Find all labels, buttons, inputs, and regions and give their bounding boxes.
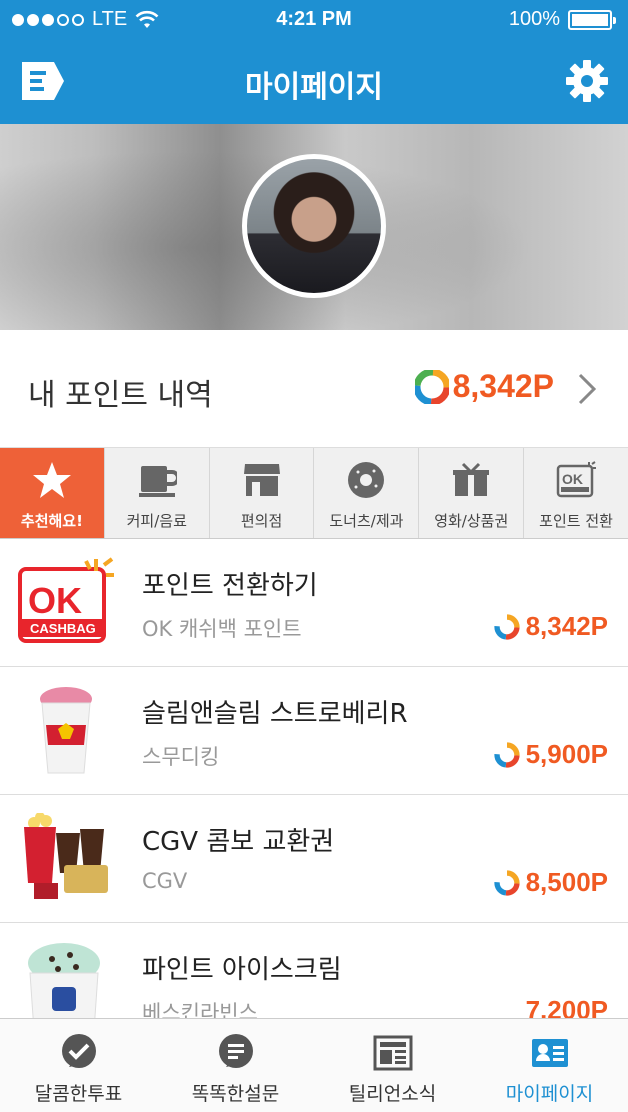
tab-label: 틸리언소식: [348, 1083, 437, 1105]
price-value: 5,900P: [525, 739, 608, 769]
tab-label: 달콤한투표: [34, 1083, 123, 1105]
category-label: 커피/음료: [126, 512, 187, 530]
item-price: 5,900P: [493, 739, 608, 770]
star-icon: [32, 462, 71, 498]
category-donut[interactable]: 도너츠/제과: [314, 448, 420, 538]
item-price: 8,500P: [493, 867, 608, 898]
category-label: 도너츠/제과: [329, 512, 404, 530]
points-value: 8,342P: [452, 368, 554, 404]
ok-cashbag-logo: OK CASHBAG: [18, 557, 114, 643]
newspaper-icon: [373, 1035, 412, 1071]
popcorn-combo-image: [24, 813, 108, 899]
nav-bar: 마이페이지: [0, 40, 628, 124]
item-brand: 스무디킹: [142, 745, 220, 769]
price-value: 8,500P: [525, 867, 608, 897]
points-summary[interactable]: 내 포인트 내역 8,342P: [0, 330, 628, 448]
item-brand: OK 캐쉬백 포인트: [142, 617, 302, 641]
status-bar: LTE 4:21 PM 100%: [0, 0, 628, 40]
page-title: 마이페이지: [245, 70, 383, 105]
item-title: CGV 콤보 교환권: [142, 827, 335, 857]
smoothie-cup-image: [40, 687, 92, 774]
points-value-group: 8,342P: [414, 368, 554, 405]
gift-icon: [453, 462, 490, 496]
profile-header: [0, 124, 628, 330]
tab-label: 똑똑한설문: [191, 1083, 280, 1105]
chevron-right-icon[interactable]: [574, 372, 602, 406]
category-bar: 추천해요! 커피/음료 편의점 도너츠/제과 영화/상품권 OK 포인트 전환: [0, 448, 628, 539]
point-coin-icon: [493, 613, 520, 640]
store-icon: [243, 464, 280, 496]
point-coin-icon: [493, 741, 520, 768]
category-point-convert[interactable]: OK 포인트 전환: [524, 448, 628, 538]
item-title: 파인트 아이스크림: [142, 955, 342, 985]
battery-icon: [568, 9, 616, 30]
tab-vote[interactable]: 달콤한투표: [0, 1019, 157, 1112]
svg-text:OK: OK: [562, 471, 583, 487]
check-circle-icon: [61, 1034, 96, 1068]
reward-list: OK CASHBAG 포인트 전환하기 OK 캐쉬백 포인트 8,342P 슬림…: [0, 539, 628, 1051]
category-recommended[interactable]: 추천해요!: [0, 448, 105, 538]
tab-label: 마이페이지: [505, 1083, 594, 1105]
tab-bar: 달콤한투표 똑똑한설문 틸리언소식 마이페이지: [0, 1018, 628, 1112]
tab-survey[interactable]: 똑똑한설문: [157, 1019, 314, 1112]
item-title: 슬림앤슬림 스트로베리R: [142, 699, 408, 729]
category-label: 포인트 전환: [539, 512, 613, 530]
item-brand: CGV: [142, 869, 188, 893]
points-label: 내 포인트 내역: [28, 378, 213, 413]
category-label: 영화/상품권: [434, 512, 509, 530]
list-item[interactable]: 슬림앤슬림 스트로베리R 스무디킹 5,900P: [0, 667, 628, 795]
battery-percent: 100%: [508, 8, 560, 30]
category-coffee[interactable]: 커피/음료: [105, 448, 210, 538]
profile-card-icon: [531, 1039, 568, 1067]
battery-area: 100%: [508, 8, 616, 31]
avatar[interactable]: [242, 154, 386, 298]
point-coin-icon: [414, 369, 449, 404]
gear-icon[interactable]: [566, 60, 608, 102]
coffee-cup-icon: [138, 466, 177, 497]
ok-cashbag-icon: OK: [556, 461, 597, 498]
point-coin-icon: [493, 869, 520, 896]
item-price: 8,342P: [493, 611, 608, 642]
logo-cashbag-text: CASHBAG: [30, 621, 96, 636]
category-label: 추천해요!: [20, 512, 83, 530]
list-circle-icon: [218, 1034, 253, 1068]
category-convenience[interactable]: 편의점: [210, 448, 315, 538]
list-item[interactable]: OK CASHBAG 포인트 전환하기 OK 캐쉬백 포인트 8,342P: [0, 539, 628, 667]
tab-mypage[interactable]: 마이페이지: [471, 1019, 628, 1112]
item-title: 포인트 전환하기: [142, 571, 318, 601]
donut-icon: [348, 462, 385, 498]
category-label: 편의점: [240, 512, 283, 530]
logo-ok-text: OK: [28, 580, 82, 621]
category-movie-gift[interactable]: 영화/상품권: [419, 448, 525, 538]
tab-news[interactable]: 틸리언소식: [314, 1019, 471, 1112]
list-item[interactable]: CGV 콤보 교환권 CGV 8,500P: [0, 795, 628, 923]
price-value: 8,342P: [525, 611, 608, 641]
